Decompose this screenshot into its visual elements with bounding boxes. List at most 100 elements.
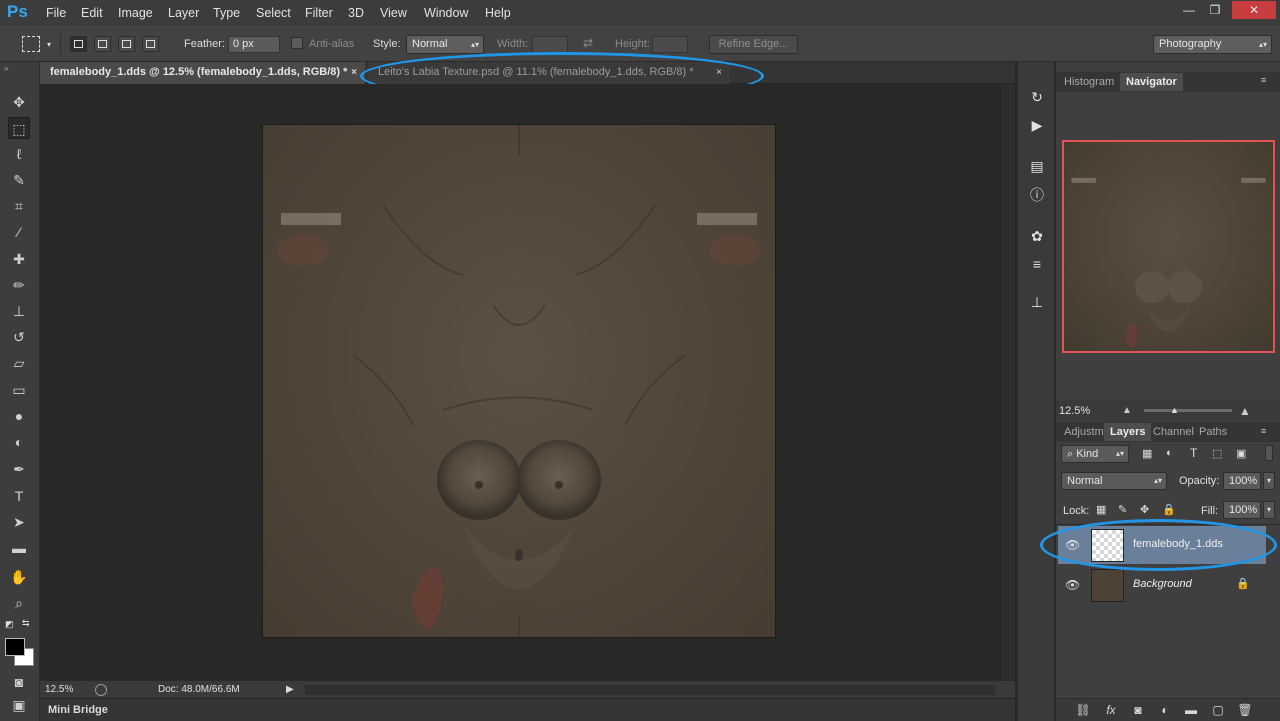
add-selection-icon[interactable] <box>94 36 111 52</box>
layer-style-icon[interactable]: fx <box>1103 703 1119 717</box>
mini-bridge-label[interactable]: Mini Bridge <box>48 704 108 716</box>
filter-pixel-icon[interactable]: ▦ <box>1142 447 1152 460</box>
dodge-tool-icon[interactable]: ◐ <box>8 431 30 453</box>
healing-brush-tool-icon[interactable]: ✚ <box>8 248 30 270</box>
status-menu-arrow-icon[interactable]: ▶ <box>286 684 294 695</box>
link-layers-icon[interactable]: ⛓ <box>1075 703 1091 717</box>
tab-adjustments[interactable]: Adjustm <box>1058 423 1110 441</box>
restore-icon[interactable]: ❐ <box>1202 1 1228 19</box>
type-tool-icon[interactable]: T <box>8 485 30 507</box>
brush-presets-panel-icon[interactable]: ✿ <box>1027 226 1047 246</box>
tab-femalebody[interactable]: femalebody_1.dds @ 12.5% (femalebody_1.d… <box>40 62 365 84</box>
menu-layer[interactable]: Layer <box>168 6 199 20</box>
filter-smart-object-icon[interactable]: ▣ <box>1236 447 1246 460</box>
fill-dropdown-icon[interactable]: ▾ <box>1263 501 1275 519</box>
minimize-icon[interactable]: — <box>1176 1 1202 19</box>
swap-icon[interactable]: ⇄ <box>583 36 593 50</box>
menu-image[interactable]: Image <box>118 6 153 20</box>
info-panel-icon[interactable]: ⓘ <box>1027 185 1047 205</box>
blend-mode-select[interactable]: Normal ▴▾ <box>1061 472 1167 490</box>
opacity-dropdown-icon[interactable]: ▾ <box>1263 472 1275 490</box>
layer-name[interactable]: femalebody_1.dds <box>1133 538 1223 550</box>
pen-tool-icon[interactable]: ✒ <box>8 458 30 480</box>
subtract-selection-icon[interactable] <box>118 36 135 52</box>
lasso-tool-icon[interactable]: ℓ <box>8 143 30 165</box>
tool-preset-arrow-icon[interactable]: ▾ <box>47 40 51 49</box>
adjustment-layer-icon[interactable]: ◐ <box>1157 703 1173 717</box>
width-input[interactable] <box>532 36 568 53</box>
filter-shape-icon[interactable]: ⬚ <box>1212 447 1222 460</box>
tab-leito-labia-texture[interactable]: Leito's Labia Texture.psd @ 11.1% (femal… <box>368 62 730 84</box>
filter-adjustment-icon[interactable]: ◐ <box>1166 447 1173 459</box>
mini-bridge-bar[interactable]: Mini Bridge <box>40 698 1015 721</box>
clone-source-panel-icon[interactable]: ⊥ <box>1027 292 1047 312</box>
zoom-tool-icon[interactable]: ⌕ <box>8 592 30 614</box>
lock-image-icon[interactable]: ✎ <box>1118 503 1127 516</box>
collapse-tools-icon[interactable]: » <box>4 64 8 73</box>
marquee-tool-icon[interactable]: ⬚ <box>8 117 30 139</box>
swap-colors-icon[interactable]: ⇆ <box>22 618 30 629</box>
menu-help[interactable]: Help <box>485 6 511 20</box>
brush-tool-icon[interactable]: ✏ <box>8 274 30 296</box>
navigator-preview[interactable] <box>1062 140 1275 353</box>
filter-toggle[interactable] <box>1265 445 1273 461</box>
document-canvas[interactable] <box>263 125 775 637</box>
zoom-slider-handle[interactable]: ▲ <box>1170 405 1179 415</box>
visibility-eye-icon[interactable]: 👁 <box>1065 538 1080 552</box>
status-preview-icon[interactable] <box>95 684 107 696</box>
layer-row-background[interactable]: 👁 Background 🔒 <box>1058 566 1266 604</box>
tab-close-icon[interactable]: × <box>351 62 357 83</box>
hand-tool-icon[interactable]: ✋ <box>8 566 30 588</box>
canvas-vertical-scrollbar[interactable] <box>1000 84 1015 680</box>
fill-input[interactable]: 100% <box>1223 501 1261 519</box>
default-colors-icon[interactable]: ◩ <box>5 619 14 630</box>
path-selection-tool-icon[interactable]: ➤ <box>8 511 30 533</box>
feather-input[interactable]: 0 px <box>228 36 280 53</box>
filter-type-icon[interactable]: T <box>1190 446 1197 460</box>
menu-3d[interactable]: 3D <box>348 6 364 20</box>
menu-type[interactable]: Type <box>213 6 240 20</box>
height-input[interactable] <box>652 36 688 53</box>
close-window-icon[interactable]: ✕ <box>1232 1 1276 19</box>
lock-transparent-icon[interactable]: ▦ <box>1096 503 1106 516</box>
menu-file[interactable]: File <box>46 6 66 20</box>
menu-edit[interactable]: Edit <box>81 6 103 20</box>
crop-tool-icon[interactable]: ⌗ <box>8 195 30 217</box>
lock-position-icon[interactable]: ✥ <box>1140 503 1149 516</box>
quick-selection-tool-icon[interactable]: ✎ <box>8 169 30 191</box>
lock-all-icon[interactable]: 🔒 <box>1162 503 1176 516</box>
tab-layers[interactable]: Layers <box>1104 423 1152 441</box>
move-tool-icon[interactable]: ✥ <box>8 91 30 113</box>
style-select[interactable]: Normal ▴▾ <box>406 35 484 54</box>
workspace-select[interactable]: Photography ▴▾ <box>1153 35 1272 54</box>
navigator-zoom-value[interactable]: 12.5% <box>1059 405 1090 417</box>
rectangular-marquee-icon[interactable] <box>22 36 40 52</box>
horizontal-scrollbar[interactable] <box>305 685 995 695</box>
actions-panel-icon[interactable]: ▶ <box>1027 115 1047 135</box>
new-selection-icon[interactable] <box>70 36 87 52</box>
layer-filter-kind-select[interactable]: ⌕ Kind ▴▾ <box>1061 445 1129 463</box>
gradient-tool-icon[interactable]: ▭ <box>8 379 30 401</box>
antialias-checkbox[interactable] <box>291 37 303 49</box>
menu-window[interactable]: Window <box>424 6 468 20</box>
opacity-input[interactable]: 100% <box>1223 472 1261 490</box>
menu-view[interactable]: View <box>380 6 407 20</box>
add-mask-icon[interactable]: ◙ <box>1130 703 1146 717</box>
tab-histogram[interactable]: Histogram <box>1058 73 1120 91</box>
zoom-in-icon[interactable]: ▲ <box>1239 404 1251 418</box>
tab-navigator[interactable]: Navigator <box>1120 73 1183 91</box>
properties-panel-icon[interactable]: ▤ <box>1027 156 1047 176</box>
zoom-out-icon[interactable]: ▲ <box>1122 405 1132 416</box>
brush-panel-icon[interactable]: ≡ <box>1027 254 1047 274</box>
delete-layer-icon[interactable]: 🗑 <box>1237 703 1253 717</box>
shape-tool-icon[interactable]: ▬ <box>8 537 30 559</box>
history-brush-tool-icon[interactable]: ↺ <box>8 326 30 348</box>
eraser-tool-icon[interactable]: ▱ <box>8 352 30 374</box>
foreground-color-swatch[interactable] <box>5 638 25 656</box>
panel-menu-icon[interactable]: ≡ <box>1261 75 1266 85</box>
layers-panel-menu-icon[interactable]: ≡ <box>1261 426 1266 436</box>
clone-stamp-tool-icon[interactable]: ⊥ <box>8 300 30 322</box>
eyedropper-tool-icon[interactable]: ⁄ <box>8 221 30 243</box>
menu-select[interactable]: Select <box>256 6 291 20</box>
tab-paths[interactable]: Paths <box>1193 423 1233 441</box>
